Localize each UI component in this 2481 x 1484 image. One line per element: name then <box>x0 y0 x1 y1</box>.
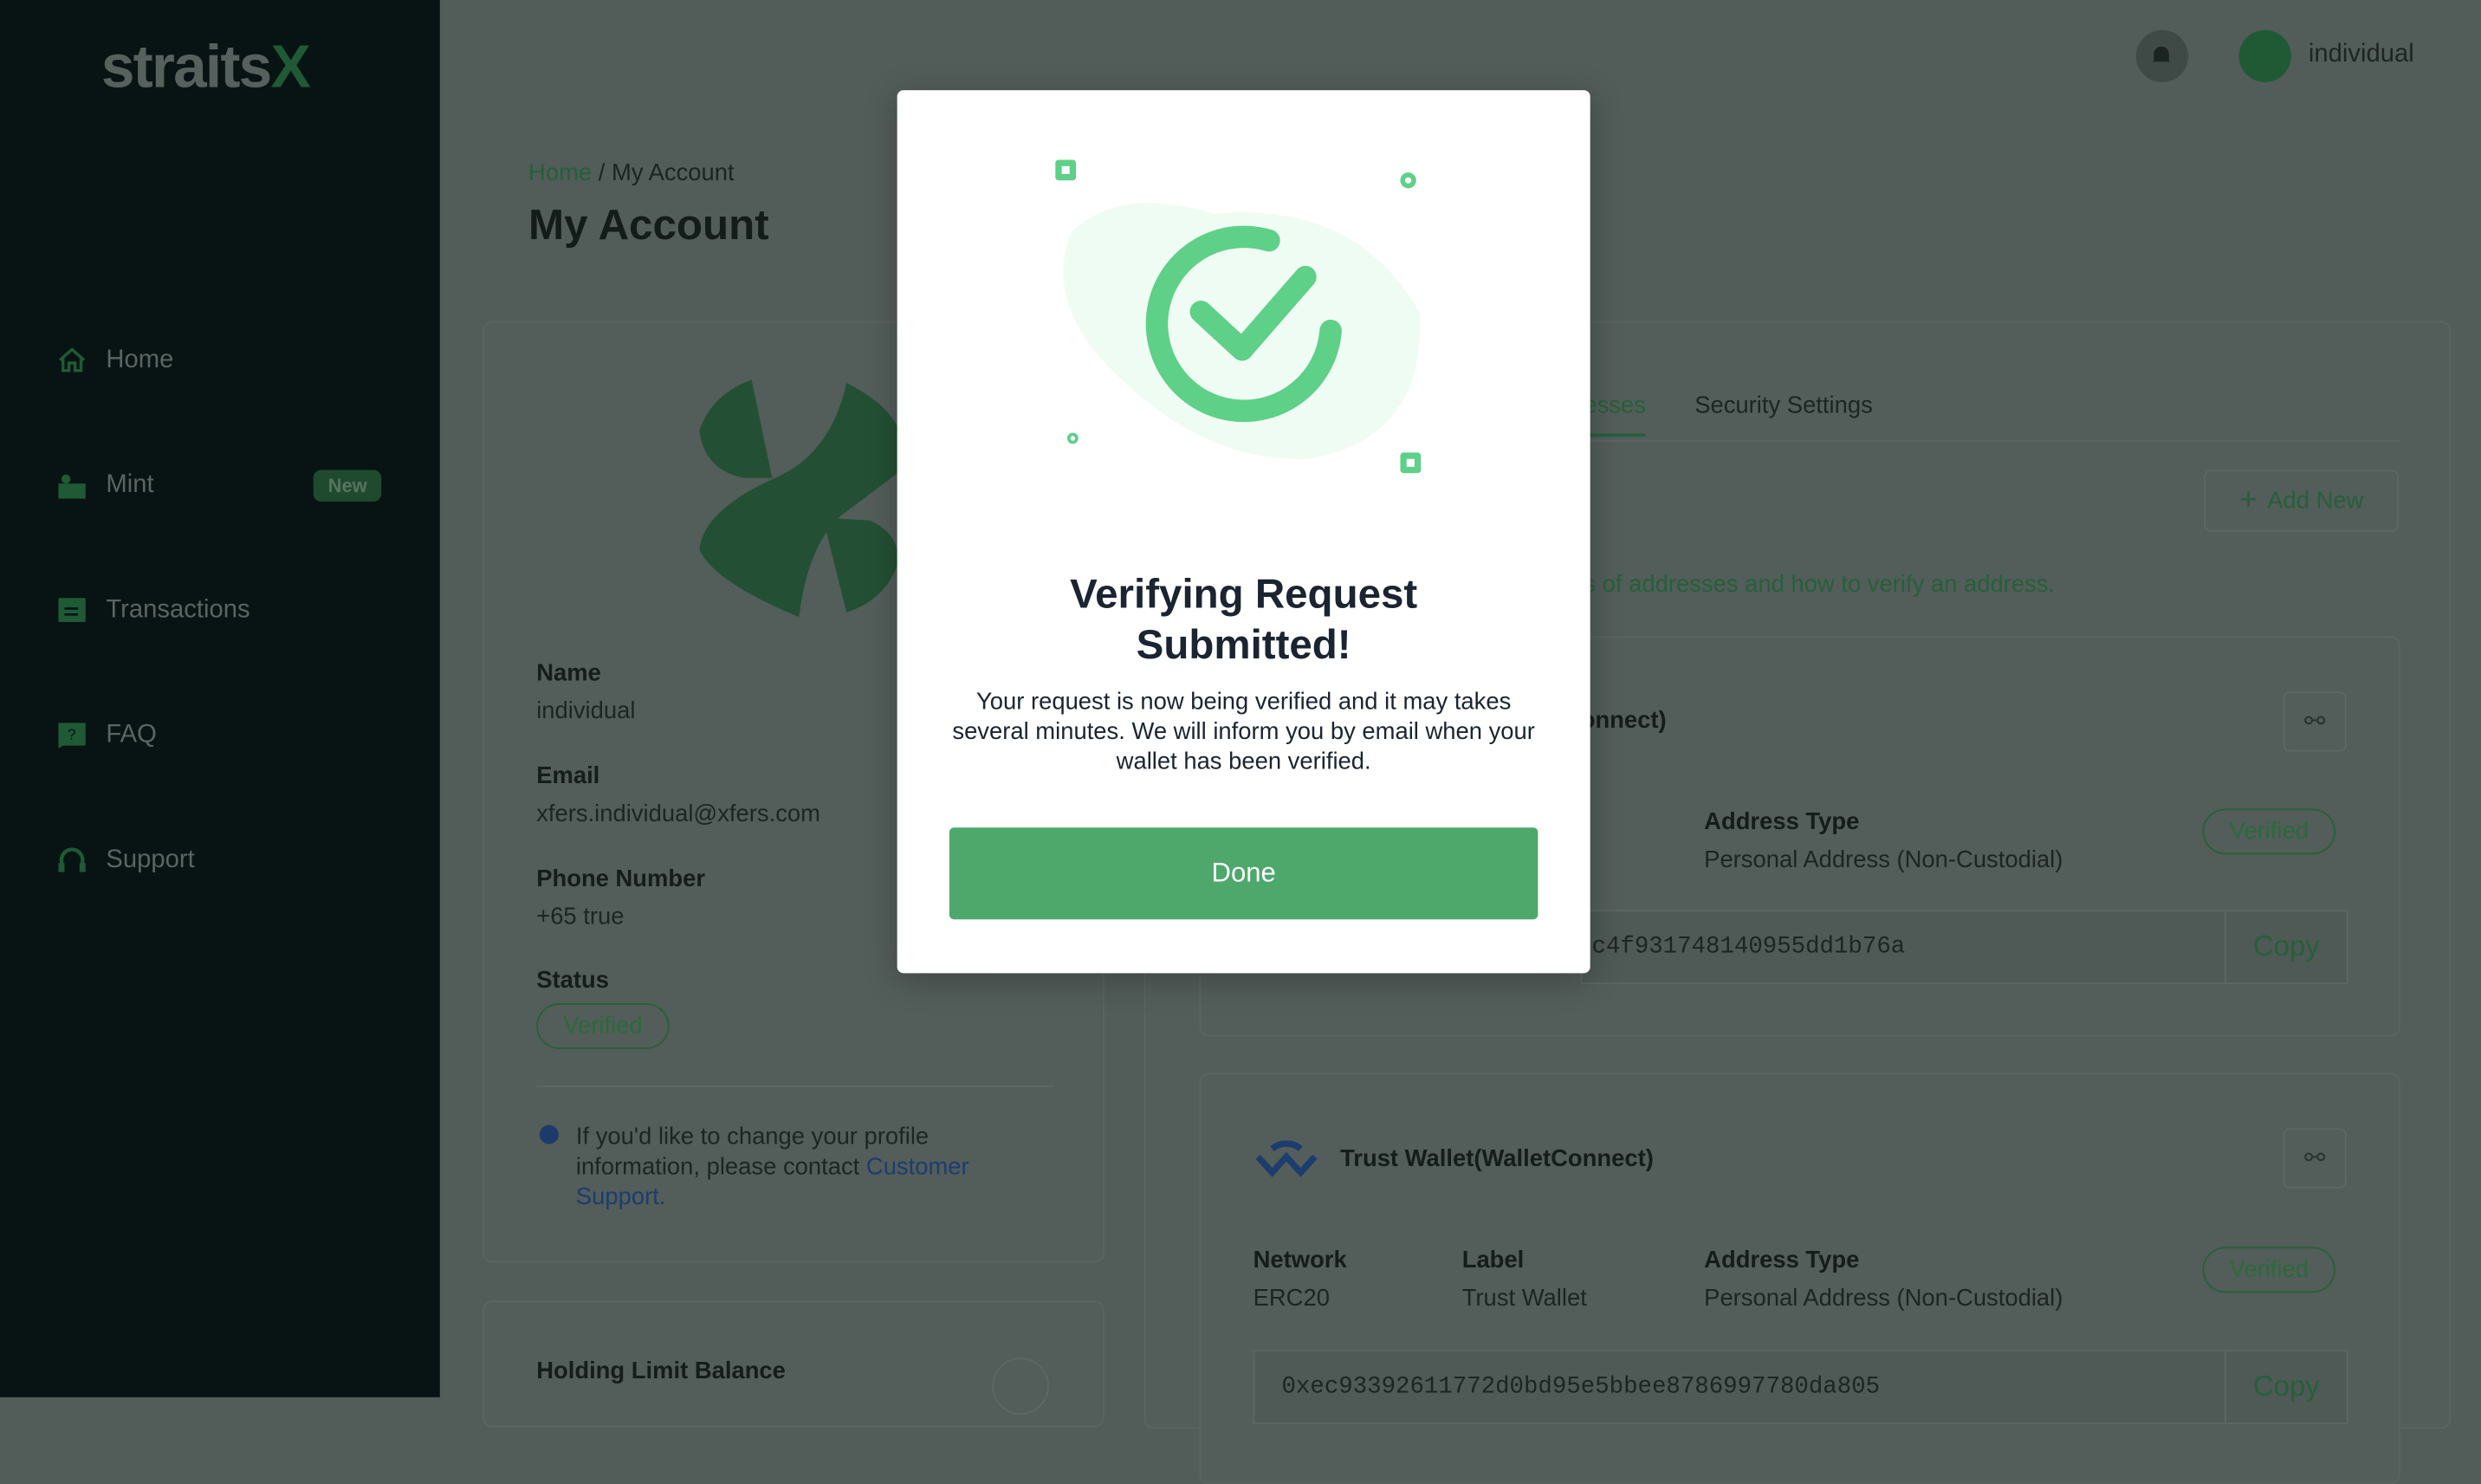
phone-value: +65 true <box>536 903 625 930</box>
sidebar-item-label: Transactions <box>106 595 250 623</box>
name-label: Name <box>536 659 601 687</box>
home-icon <box>59 347 86 373</box>
faq-icon: ? <box>58 723 86 749</box>
sidebar-item-support[interactable]: Support <box>57 845 381 875</box>
wallet-name: Trust Wallet(WalletConnect) <box>1340 1145 1654 1173</box>
done-button[interactable]: Done <box>949 827 1538 920</box>
address-field[interactable]: c4f931748140955dd1b76a Copy <box>1580 910 2348 985</box>
breadcrumb-current: My Account <box>612 159 735 187</box>
sidebar-item-home[interactable]: Home <box>57 345 381 375</box>
sidebar-item-mint[interactable]: Mint New <box>57 470 382 502</box>
headset-icon <box>58 847 86 872</box>
new-badge: New <box>314 470 382 502</box>
unplug-icon: ⚯ <box>2303 709 2326 736</box>
plus-icon: + <box>2238 483 2258 518</box>
profile-note: If you'd like to change your profile inf… <box>575 1123 969 1211</box>
address-type-value: Personal Address (Non-Custodial) <box>1704 846 2063 874</box>
disconnect-button[interactable]: ⚯ <box>2283 1128 2347 1189</box>
verification-modal: Verifying Request Submitted! Your reques… <box>897 90 1590 974</box>
status-badge: Verified <box>536 1003 670 1049</box>
add-new-button[interactable]: + Add New <box>2204 470 2400 532</box>
copy-button[interactable]: Copy <box>2225 911 2347 983</box>
copy-button[interactable]: Copy <box>2225 1351 2347 1423</box>
tab-security-settings[interactable]: Security Settings <box>1694 392 1873 419</box>
phone-label: Phone Number <box>536 865 706 893</box>
info-icon <box>539 1124 559 1144</box>
help-button[interactable] <box>992 1358 1049 1415</box>
sidebar-item-faq[interactable]: ? FAQ <box>57 720 381 750</box>
sidebar: straitsX Home Mint New Transactions ? FA… <box>0 0 440 1397</box>
transactions-icon <box>58 598 86 623</box>
tab-addresses[interactable]: esses <box>1584 392 1646 437</box>
wallet-name: onnect) <box>1580 707 1667 735</box>
address-type-label: Address Type <box>1704 808 1860 836</box>
address-type-value: Personal Address (Non-Custodial) <box>1704 1285 2063 1312</box>
email-value: xfers.individual@xfers.com <box>536 800 820 828</box>
holding-limit-card: Holding Limit Balance <box>483 1300 1104 1428</box>
sidebar-item-label: Home <box>106 346 174 373</box>
mint-icon <box>58 473 86 498</box>
label-value: Trust Wallet <box>1461 1285 1587 1312</box>
bell-icon <box>2152 46 2171 65</box>
holding-limit-label: Holding Limit Balance <box>536 1358 786 1385</box>
modal-title: Verifying Request Submitted! <box>1070 569 1418 668</box>
network-label: Network <box>1253 1247 1347 1274</box>
page-title: My Account <box>528 200 769 249</box>
email-label: Email <box>536 762 600 790</box>
sidebar-item-label: FAQ <box>106 720 157 748</box>
breadcrumb: Home / My Account <box>528 159 735 187</box>
address-item: Trust Wallet(WalletConnect) ⚯ Network ER… <box>1199 1072 2400 1484</box>
address-type-label: Address Type <box>1704 1247 1860 1274</box>
verified-badge: Verified <box>2202 1247 2336 1293</box>
svg-text:?: ? <box>68 726 76 743</box>
walletconnect-icon <box>1255 1140 1318 1177</box>
straitsx-logo[interactable]: straitsX <box>101 35 311 103</box>
notification-bell-button[interactable] <box>2135 29 2189 82</box>
verified-badge: Verified <box>2202 808 2336 855</box>
avatar[interactable] <box>2238 29 2291 82</box>
name-value: individual <box>536 697 636 725</box>
disconnect-button[interactable]: ⚯ <box>2283 691 2347 752</box>
straitsx-avatar-logo <box>699 379 903 618</box>
breadcrumb-home[interactable]: Home <box>528 159 592 186</box>
network-value: ERC20 <box>1253 1285 1330 1312</box>
success-check-illustration <box>1055 159 1422 474</box>
user-name[interactable]: individual <box>2309 41 2414 69</box>
modal-message: Your request is now being verified and i… <box>952 688 1535 775</box>
sidebar-item-label: Mint <box>106 471 154 499</box>
sidebar-item-label: Support <box>106 846 195 873</box>
sidebar-item-transactions[interactable]: Transactions <box>57 595 381 625</box>
label-label: Label <box>1461 1247 1525 1274</box>
unplug-icon: ⚯ <box>2303 1145 2326 1173</box>
status-label: Status <box>536 967 609 995</box>
address-field[interactable]: 0xec93392611772d0bd95e5bbee8786997780da8… <box>1253 1350 2348 1424</box>
address-info-link[interactable]: s of addresses and how to verify an addr… <box>1584 571 2055 598</box>
